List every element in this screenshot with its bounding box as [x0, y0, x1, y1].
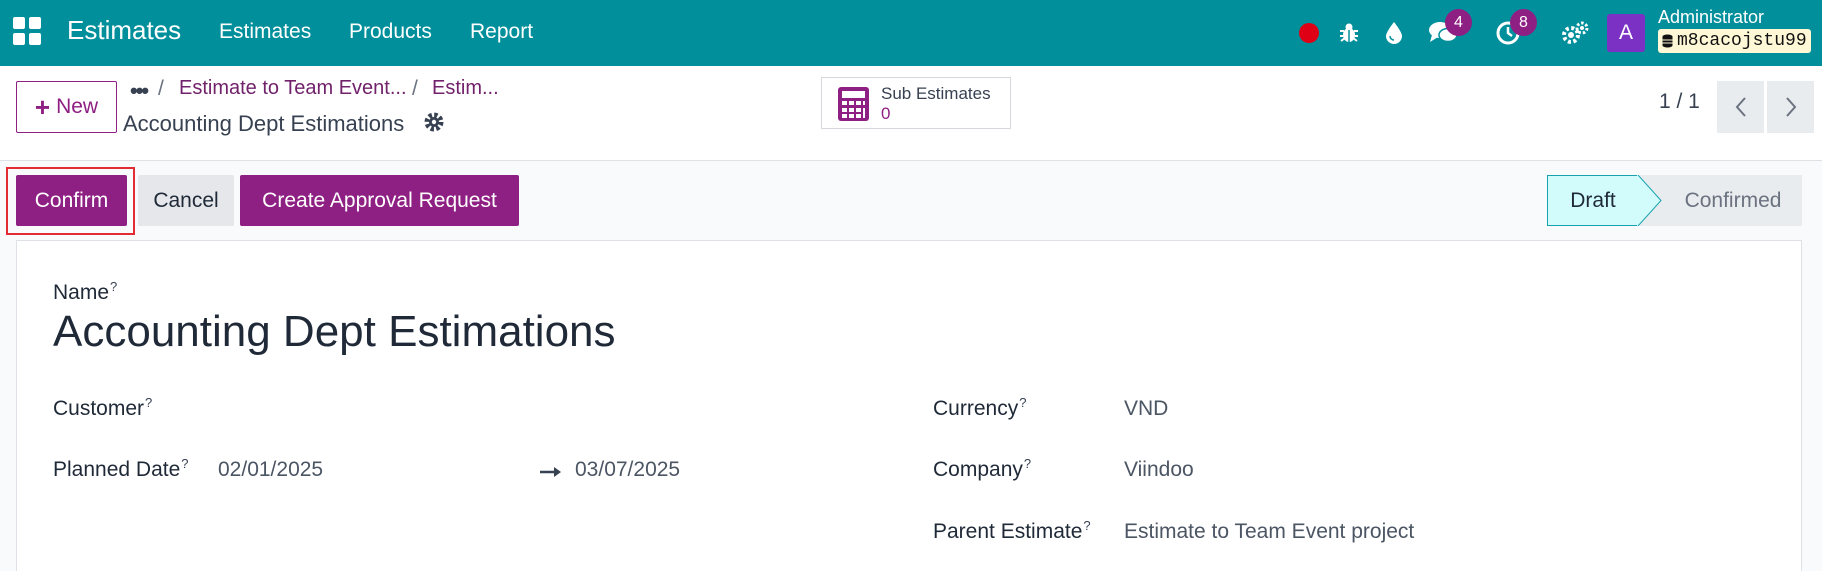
help-icon[interactable]: ?	[181, 456, 188, 471]
stage-confirmed[interactable]: Confirmed	[1640, 175, 1802, 226]
help-icon[interactable]: ?	[1024, 456, 1031, 471]
help-icon[interactable]: ?	[1019, 395, 1026, 410]
stage-draft[interactable]: Draft	[1547, 175, 1638, 226]
help-icon[interactable]: ?	[145, 395, 152, 410]
menu-report[interactable]: Report	[470, 20, 533, 44]
menu-estimates[interactable]: Estimates	[219, 20, 311, 44]
currency-label: Currency?	[933, 395, 1027, 420]
planned-date-end-field[interactable]: 03/07/2025	[575, 458, 680, 482]
settings-icon[interactable]	[1558, 16, 1592, 50]
activities-badge: 8	[1510, 9, 1537, 36]
breadcrumb-more-icon[interactable]: •••	[130, 78, 149, 104]
arrow-right-icon	[540, 458, 562, 486]
sub-estimates-label: Sub Estimates	[881, 84, 991, 103]
planned-date-start-field[interactable]: 02/01/2025	[218, 458, 323, 482]
avatar[interactable]: A	[1607, 14, 1645, 52]
chevron-right-icon	[1785, 97, 1796, 117]
company-label: Company?	[933, 456, 1032, 481]
pager-previous-button[interactable]	[1717, 81, 1764, 133]
stage-arrow	[1637, 175, 1662, 226]
bug-icon[interactable]	[1332, 16, 1366, 50]
customer-field[interactable]	[218, 397, 618, 423]
plus-icon: +	[34, 92, 51, 122]
parent-estimate-label: Parent Estimate?	[933, 518, 1091, 543]
record-title: Accounting Dept Estimations	[123, 111, 405, 136]
customer-label: Customer?	[53, 395, 153, 420]
control-panel: + New ••• / Estimate to Team Event... / …	[0, 66, 1822, 161]
pager-value[interactable]: 1 / 1	[1659, 90, 1700, 114]
currency-field[interactable]: VND	[1124, 397, 1168, 421]
help-icon[interactable]: ?	[110, 279, 117, 294]
breadcrumb-separator: /	[158, 77, 164, 100]
gear-icon[interactable]	[423, 111, 445, 139]
database-name: m8cacojstu99	[1677, 31, 1807, 51]
parent-estimate-field[interactable]: Estimate to Team Event project	[1124, 520, 1414, 544]
breadcrumb-estim[interactable]: Estim...	[432, 77, 499, 100]
database-badge: m8cacojstu99	[1658, 29, 1811, 53]
cancel-button[interactable]: Cancel	[138, 175, 234, 226]
calculator-icon	[838, 87, 869, 121]
company-field[interactable]: Viindoo	[1124, 458, 1194, 482]
chat-icon[interactable]: 4	[1426, 9, 1472, 50]
pager-next-button[interactable]	[1767, 81, 1814, 133]
sub-estimates-button[interactable]: Sub Estimates 0	[821, 77, 1011, 129]
user-name[interactable]: Administrator	[1658, 7, 1764, 28]
app-title[interactable]: Estimates	[67, 15, 181, 46]
sub-estimates-count: 0	[881, 104, 891, 123]
new-button-label: New	[56, 95, 99, 118]
messages-badge: 4	[1445, 9, 1472, 36]
breadcrumb-parent-estimate[interactable]: Estimate to Team Event...	[179, 77, 407, 100]
menu-products[interactable]: Products	[349, 20, 432, 44]
recording-dot-icon[interactable]	[1292, 16, 1326, 50]
apps-menu-icon[interactable]	[13, 17, 41, 45]
planned-date-label: Planned Date?	[53, 456, 189, 481]
name-field[interactable]: Accounting Dept Estimations	[53, 307, 616, 357]
breadcrumb-separator: /	[412, 77, 418, 100]
database-icon	[1662, 34, 1673, 48]
chevron-left-icon	[1735, 97, 1746, 117]
name-label: Name?	[53, 279, 118, 304]
clock-icon[interactable]: 8	[1491, 9, 1537, 50]
top-navbar: Estimates Estimates Products Report 4 8 …	[0, 0, 1822, 66]
new-button[interactable]: + New	[16, 81, 117, 133]
drop-icon[interactable]	[1377, 16, 1411, 50]
confirm-button[interactable]: Confirm	[16, 175, 127, 226]
help-icon[interactable]: ?	[1083, 518, 1090, 533]
create-approval-request-button[interactable]: Create Approval Request	[240, 175, 519, 226]
